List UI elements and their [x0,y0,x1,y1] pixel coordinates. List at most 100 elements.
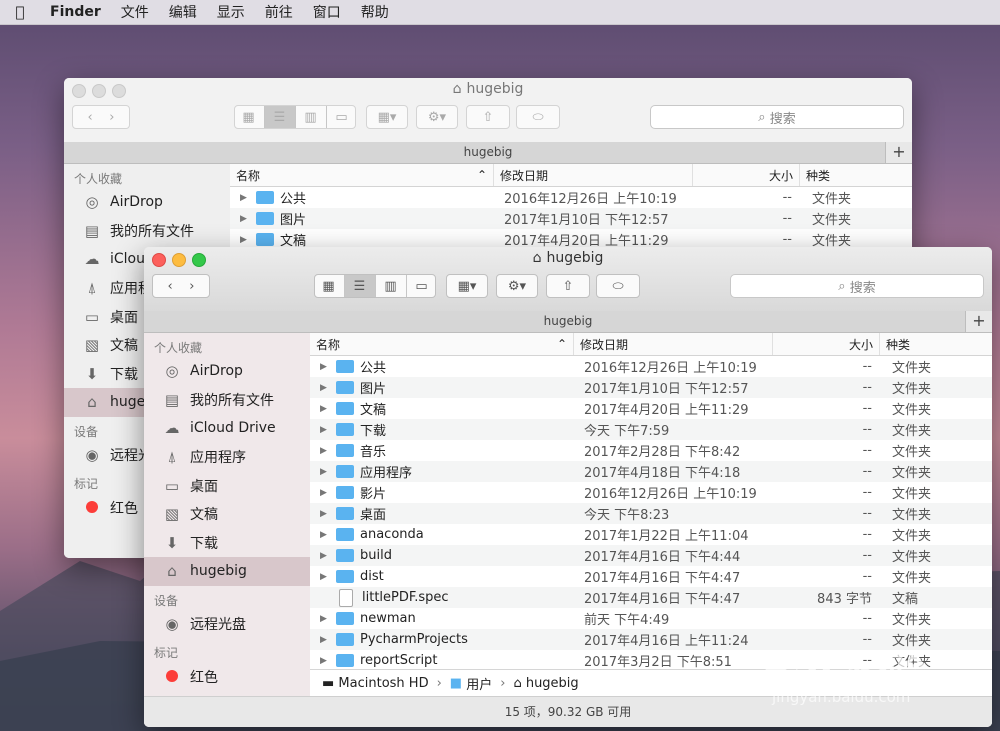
arrange-button[interactable]: ▦▾ [446,274,488,298]
path-item-home[interactable]: hugebig [526,676,579,691]
file-size: -- [862,422,872,437]
table-row[interactable]: ▶ 下载 今天 下午7:59 -- 文件夹 [310,419,992,440]
disclosure-triangle-icon[interactable]: ▶ [320,656,332,666]
new-tab-button[interactable]: + [965,311,992,332]
search-field[interactable]: ⌕ 搜索 [650,105,904,129]
back-forward-buttons[interactable]: ‹ › [152,274,210,298]
sidebar-item-tag-red[interactable]: 红色 [144,662,310,691]
list-view-icon[interactable]: ☰ [344,275,376,297]
icon-view-icon[interactable]: ▦ [314,275,345,297]
menu-file[interactable]: 文件 [111,2,159,22]
disclosure-triangle-icon[interactable]: ▶ [320,530,332,540]
action-gear-button[interactable]: ⚙▾ [496,274,538,298]
share-button[interactable]: ⇧ [466,105,510,129]
disclosure-triangle-icon[interactable]: ▶ [320,614,332,624]
table-row[interactable]: littlePDF.spec 2017年4月16日 下午4:47 843 字节 文稿 [310,587,992,608]
tag-button[interactable]: ⬭ [596,274,640,298]
path-item-macintosh-hd[interactable]: Macintosh HD [338,676,428,691]
column-view-icon[interactable]: ▥ [376,275,407,297]
icon-view-icon[interactable]: ▦ [234,106,265,128]
sidebar-item-downloads[interactable]: ⬇ 下载 [144,529,310,558]
table-row[interactable]: ▶ 图片 2017年1月10日 下午12:57 -- 文件夹 [310,377,992,398]
view-mode-segmented[interactable]: ▦ ☰ ▥ ▭ [314,274,436,298]
coverflow-view-icon[interactable]: ▭ [407,275,437,297]
table-row[interactable]: ▶ build 2017年4月16日 下午4:44 -- 文件夹 [310,545,992,566]
title-bar[interactable]: ⌂ hugebig ‹ › ▦ ☰ ▥ ▭ ▦▾ ⚙▾ ⇧ ⬭ ⌕ 搜索 [144,247,992,312]
disclosure-triangle-icon[interactable]: ▶ [320,425,332,435]
tag-button[interactable]: ⬭ [516,105,560,129]
disclosure-triangle-icon[interactable]: ▶ [320,446,332,456]
coverflow-view-icon[interactable]: ▭ [327,106,357,128]
path-tab[interactable]: hugebig + [144,311,992,333]
disclosure-triangle-icon[interactable]: ▶ [320,572,332,582]
column-date[interactable]: 修改日期 [574,333,773,355]
share-button[interactable]: ⇧ [546,274,590,298]
column-view-icon[interactable]: ▥ [296,106,327,128]
menu-view[interactable]: 显示 [207,2,255,22]
menu-go[interactable]: 前往 [255,2,303,22]
column-kind[interactable]: 种类 [800,164,912,186]
sidebar-item-airdrop[interactable]: ◎ AirDrop [144,357,310,386]
column-name[interactable]: 名称 ⌃ [230,164,494,186]
disclosure-triangle-icon[interactable]: ▶ [320,488,332,498]
sidebar-item-remote-disc[interactable]: ◉ 远程光盘 [144,610,310,639]
title-bar[interactable]: ⌂ hugebig ‹ › ▦ ☰ ▥ ▭ ▦▾ ⚙▾ ⇧ ⬭ ⌕ 搜索 [64,78,912,143]
file-size: -- [862,506,872,521]
arrange-button[interactable]: ▦▾ [366,105,408,129]
table-row[interactable]: ▶ 音乐 2017年2月28日 下午8:42 -- 文件夹 [310,440,992,461]
table-row[interactable]: ▶ 影片 2016年12月26日 上午10:19 -- 文件夹 [310,482,992,503]
disclosure-triangle-icon[interactable]: ▶ [320,383,332,393]
disclosure-triangle-icon[interactable]: ▶ [240,214,252,224]
table-row[interactable]: ▶ 公共 2016年12月26日 上午10:19 -- 文件夹 [310,356,992,377]
table-row[interactable]: ▶ 应用程序 2017年4月18日 下午4:18 -- 文件夹 [310,461,992,482]
column-date[interactable]: 修改日期 [494,164,693,186]
back-button[interactable]: ‹ [168,279,173,294]
sidebar-item-desktop[interactable]: ▭ 桌面 [144,471,310,500]
sidebar-item-home[interactable]: ⌂ hugebig [144,557,310,586]
table-row[interactable]: ▶ newman 前天 下午4:49 -- 文件夹 [310,608,992,629]
sidebar-item-airdrop[interactable]: ◎ AirDrop [64,188,230,217]
download-icon: ⬇ [85,364,99,383]
path-item-users[interactable]: 用户 [466,674,492,693]
menu-edit[interactable]: 编辑 [159,2,207,22]
sidebar-item-applications[interactable]: ⍋ 应用程序 [144,443,310,472]
disclosure-triangle-icon[interactable]: ▶ [320,551,332,561]
table-row[interactable]: ▶ 图片 2017年1月10日 下午12:57 -- 文件夹 [230,208,912,229]
column-name[interactable]: 名称 ⌃ [310,333,574,355]
table-row[interactable]: ▶ dist 2017年4月16日 下午4:47 -- 文件夹 [310,566,992,587]
menu-finder[interactable]: Finder [40,4,111,20]
disclosure-triangle-icon[interactable]: ▶ [320,467,332,477]
new-tab-button[interactable]: + [885,142,912,163]
column-kind[interactable]: 种类 [880,333,992,355]
file-name: 应用程序 [360,466,413,481]
forward-button[interactable]: › [189,279,194,294]
table-row[interactable]: ▶ anaconda 2017年1月22日 上午11:04 -- 文件夹 [310,524,992,545]
search-field[interactable]: ⌕ 搜索 [730,274,984,298]
sidebar-item-documents[interactable]: ▧ 文稿 [144,500,310,529]
sidebar-item-icloud[interactable]: ☁ iCloud Drive [144,414,310,443]
search-icon: ⌕ [838,278,850,294]
sidebar-item-all-files[interactable]: ▤ 我的所有文件 [64,217,230,246]
disclosure-triangle-icon[interactable]: ▶ [320,404,332,414]
file-date: 2017年4月16日 下午4:44 [584,550,741,565]
column-size[interactable]: 大小 [773,333,880,355]
disclosure-triangle-icon[interactable]: ▶ [320,635,332,645]
sidebar: 个人收藏 ◎ AirDrop ▤ 我的所有文件 ☁ iCloud Drive ⍋ 应用程… [144,333,311,727]
table-row[interactable]: ▶ 文稿 2017年4月20日 上午11:29 -- 文件夹 [310,398,992,419]
disclosure-triangle-icon[interactable]: ▶ [320,362,332,372]
apple-menu-icon[interactable]:  [0,3,40,21]
list-view-icon[interactable]: ☰ [264,106,296,128]
disclosure-triangle-icon[interactable]: ▶ [320,509,332,519]
disclosure-triangle-icon[interactable]: ▶ [240,193,252,203]
action-gear-button[interactable]: ⚙▾ [416,105,458,129]
view-mode-segmented[interactable]: ▦ ☰ ▥ ▭ [234,105,356,129]
sidebar-item-all-files[interactable]: ▤ 我的所有文件 [144,386,310,415]
table-row[interactable]: ▶ 桌面 今天 下午8:23 -- 文件夹 [310,503,992,524]
column-size[interactable]: 大小 [693,164,800,186]
menu-window[interactable]: 窗口 [303,2,351,22]
table-row[interactable]: ▶ 公共 2016年12月26日 上午10:19 -- 文件夹 [230,187,912,208]
back-forward-buttons[interactable]: ‹ › [72,105,130,129]
menu-help[interactable]: 帮助 [351,2,399,22]
path-tab[interactable]: hugebig + [64,142,912,164]
disclosure-triangle-icon[interactable]: ▶ [240,235,252,245]
